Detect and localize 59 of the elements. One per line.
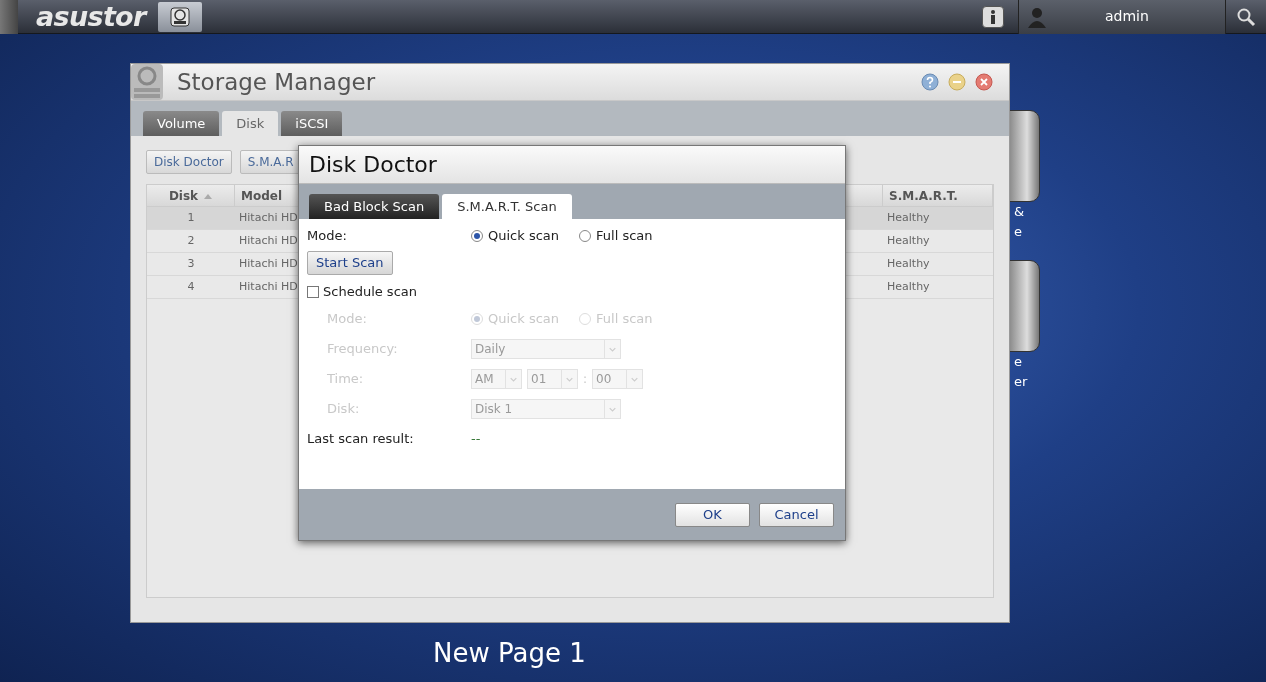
table-cell-text: Healthy: [886, 232, 931, 249]
column-header[interactable]: S.M.A.R.T.: [883, 185, 993, 206]
tab[interactable]: Bad Block Scan: [309, 194, 440, 219]
checkbox[interactable]: [307, 286, 319, 298]
dropdown[interactable]: Disk 1: [471, 399, 621, 419]
app-label: er: [1013, 373, 1029, 391]
tab[interactable]: S.M.A.R.T. Scan: [442, 194, 572, 219]
tab[interactable]: Volume: [143, 111, 220, 136]
search-icon: [1236, 6, 1256, 27]
table-cell: Hitachi HD: [239, 233, 298, 247]
window-title: Storage Manager: [177, 67, 376, 97]
app-icon[interactable]: [1008, 110, 1040, 202]
table-cell: Hitachi HD: [239, 210, 298, 224]
dialog-button[interactable]: Cancel: [759, 502, 834, 527]
table-cell-text: 1: [186, 209, 196, 226]
field-label: Last scan result:: [307, 430, 415, 449]
radio-button[interactable]: [579, 230, 592, 242]
checkbox-label: Schedule scan: [323, 283, 417, 302]
user-name: admin: [1105, 7, 1149, 26]
radio-button[interactable]: [471, 230, 483, 242]
user-icon: [1027, 5, 1047, 28]
sort-ascending-icon: [204, 192, 213, 199]
dropdown[interactable]: 00: [592, 369, 644, 389]
storage-app-button[interactable]: [157, 1, 202, 32]
app-label: &: [1013, 203, 1026, 221]
field-label: Mode:: [307, 227, 348, 246]
table-cell-text: 3: [186, 255, 196, 272]
table-cell-text: Healthy: [886, 255, 931, 272]
logo: asustor: [36, 3, 146, 30]
time-separator: :: [583, 371, 588, 388]
table-cell: Hitachi HD: [239, 279, 298, 293]
dropdown[interactable]: Daily: [471, 339, 621, 359]
column-header[interactable]: Disk: [147, 185, 235, 206]
toolbar-button[interactable]: Disk Doctor: [146, 150, 232, 174]
app-label: e: [1013, 223, 1023, 241]
dialog-title: Disk Doctor: [309, 151, 437, 179]
radio-label: Quick scan: [488, 227, 560, 246]
radio-label: Full scan: [596, 227, 653, 246]
table-cell: Hitachi HD: [239, 256, 298, 270]
table-cell-text: Healthy: [886, 278, 931, 295]
table-cell-text: 2: [186, 232, 196, 249]
last-scan-result: --: [471, 430, 481, 449]
app-icon[interactable]: [1008, 260, 1040, 352]
info-button[interactable]: [982, 5, 1004, 28]
tab[interactable]: Disk: [222, 111, 279, 136]
dialog-button[interactable]: OK: [675, 502, 750, 527]
table-cell-text: 4: [186, 278, 196, 295]
tab[interactable]: iSCSI: [281, 111, 343, 136]
dropdown[interactable]: AM: [471, 369, 522, 389]
help-icon[interactable]: [921, 73, 939, 91]
user-panel[interactable]: admin: [1018, 0, 1226, 34]
table-cell-text: Healthy: [886, 209, 931, 226]
info-icon: [988, 8, 998, 25]
page-label: New Page 1: [433, 637, 586, 670]
app-label: e: [1013, 353, 1023, 371]
start-scan-button[interactable]: Start Scan: [307, 251, 393, 275]
top-bar-edge: [0, 0, 18, 34]
dropdown[interactable]: 01: [527, 369, 578, 389]
close-icon[interactable]: [975, 73, 993, 91]
